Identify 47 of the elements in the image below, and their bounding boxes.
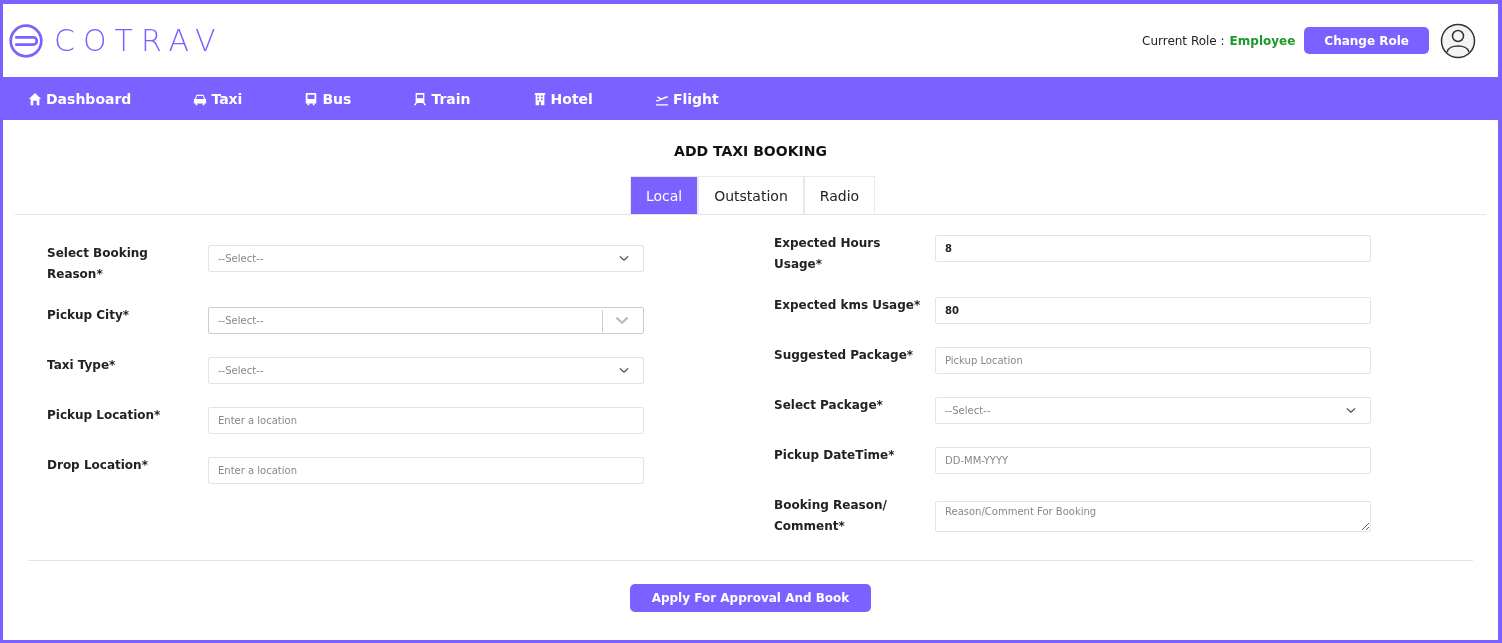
nav-link[interactable]: Train [413,90,471,107]
logo-text: COTRAV [54,23,224,58]
change-role-button[interactable]: Change Role [1304,27,1429,54]
nav-link[interactable]: Bus [304,90,352,107]
field-label: Pickup DateTime* [774,447,896,464]
field-label: Expected Hours Usage* [774,235,882,273]
select-field[interactable]: --Select-- [208,357,644,384]
tab[interactable]: Outstation [698,176,804,214]
input-field[interactable]: Pickup Location [935,347,1371,374]
input-field[interactable]: 8 [935,235,1371,262]
chevron-down-icon [619,255,629,262]
form-title: ADD TAXI BOOKING [673,142,828,161]
input-field[interactable]: DD-MM-YYYY [935,447,1371,474]
bus-icon [304,91,319,106]
building-icon [532,91,547,106]
field-label: Suggested Package* [774,347,915,364]
input-field[interactable]: 80 [935,297,1371,324]
apply-button[interactable]: Apply For Approval And Book [629,584,872,612]
chevron-down-icon [1346,407,1356,414]
select-field[interactable]: --Select-- [208,307,644,334]
chevron-down-icon [615,316,629,325]
tab[interactable]: Radio [803,176,876,214]
field-label: Booking Reason/ Comment* [774,497,888,535]
field-label: Select Booking Reason* [47,245,149,283]
nav-link[interactable]: Hotel [532,90,593,107]
input-field[interactable]: Enter a location [208,407,644,434]
comment-field[interactable]: Reason/Comment For Booking [935,501,1371,532]
field-label: Pickup City* [47,307,131,324]
select-field[interactable]: --Select-- [208,245,644,272]
field-label: Pickup Location* [47,407,162,424]
tab[interactable]: Local [629,176,699,214]
train-icon [413,91,428,106]
field-label: Drop Location* [47,457,149,474]
current-role-label: Current Role : [1142,33,1225,48]
field-label: Expected kms Usage* [774,297,922,314]
field-label: Select Package* [774,397,884,414]
field-label: Taxi Type* [47,357,117,374]
logo-icon [8,22,44,59]
nav-link[interactable]: Taxi [193,90,243,107]
user-avatar-icon[interactable] [1440,22,1476,59]
current-role: Employee [1229,33,1296,48]
home-icon [28,91,42,106]
chevron-down-icon [619,367,629,374]
input-field[interactable]: Enter a location [208,457,644,484]
nav-link[interactable]: Flight [654,90,719,107]
select-field[interactable]: --Select-- [935,397,1371,424]
nav-link[interactable]: Dashboard [28,90,132,107]
